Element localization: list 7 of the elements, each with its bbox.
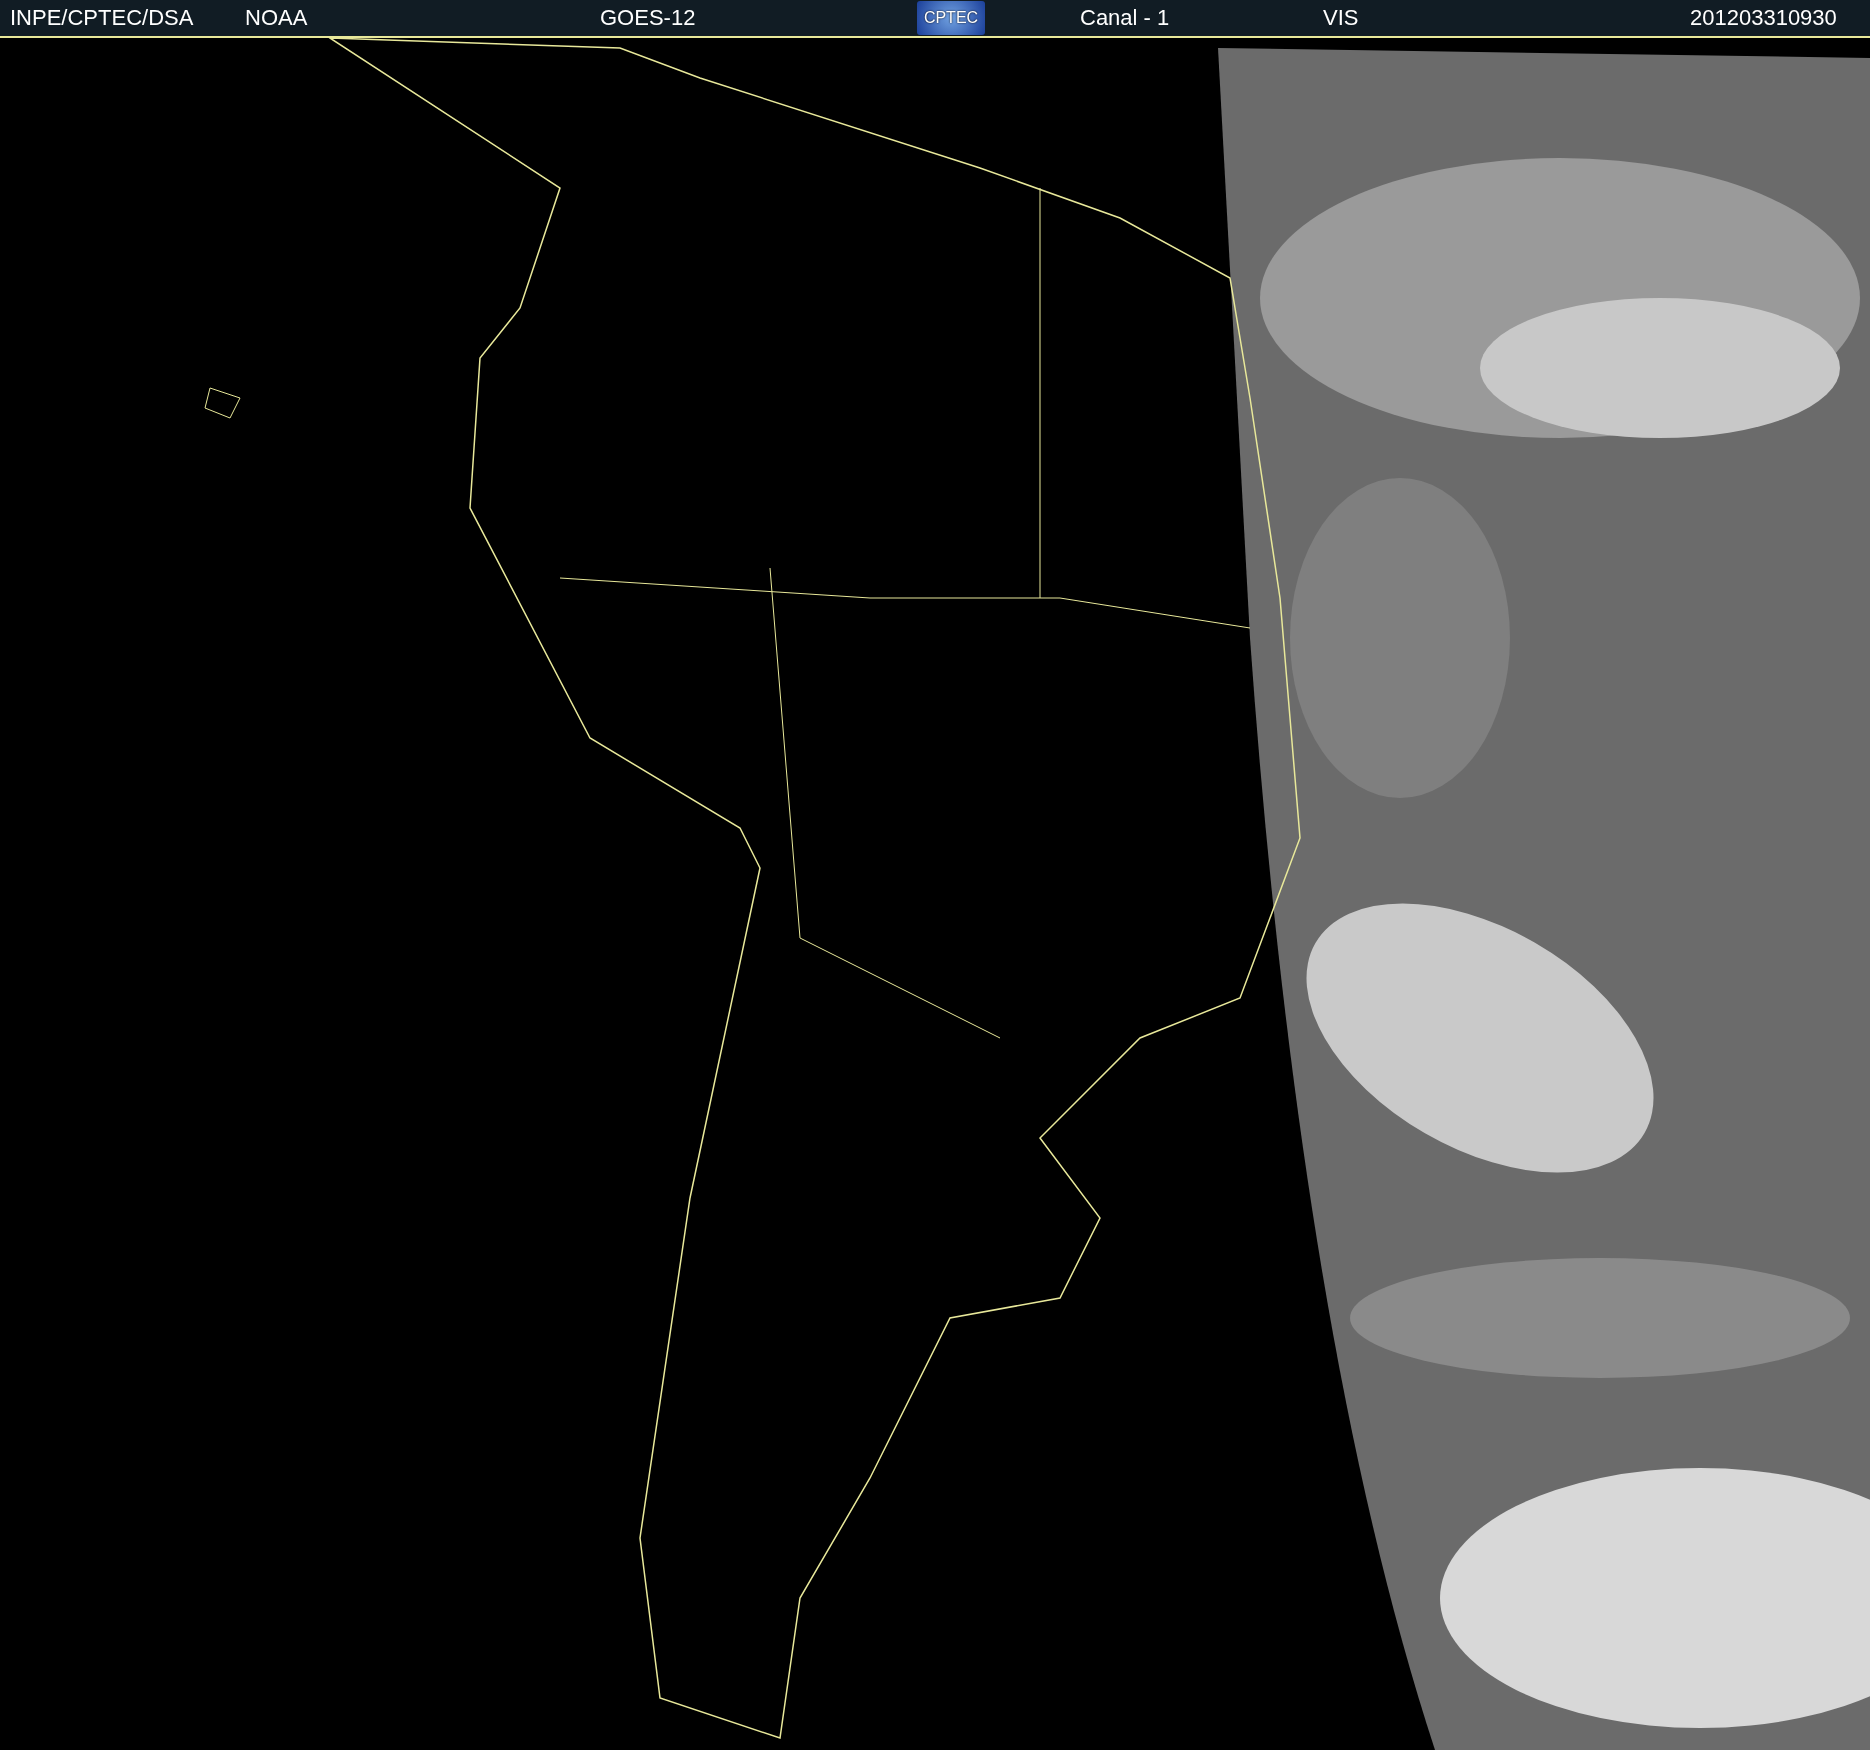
satellite-label: GOES-12 — [600, 5, 697, 31]
source-label: INPE/CPTEC/DSA — [10, 5, 195, 31]
agency-label: NOAA — [245, 5, 309, 31]
band-label: VIS — [1323, 5, 1360, 31]
channel-label: Canal - 1 — [1080, 5, 1171, 31]
timestamp-label: 201203310930 — [1690, 5, 1837, 31]
logo: CPTEC — [917, 1, 985, 35]
